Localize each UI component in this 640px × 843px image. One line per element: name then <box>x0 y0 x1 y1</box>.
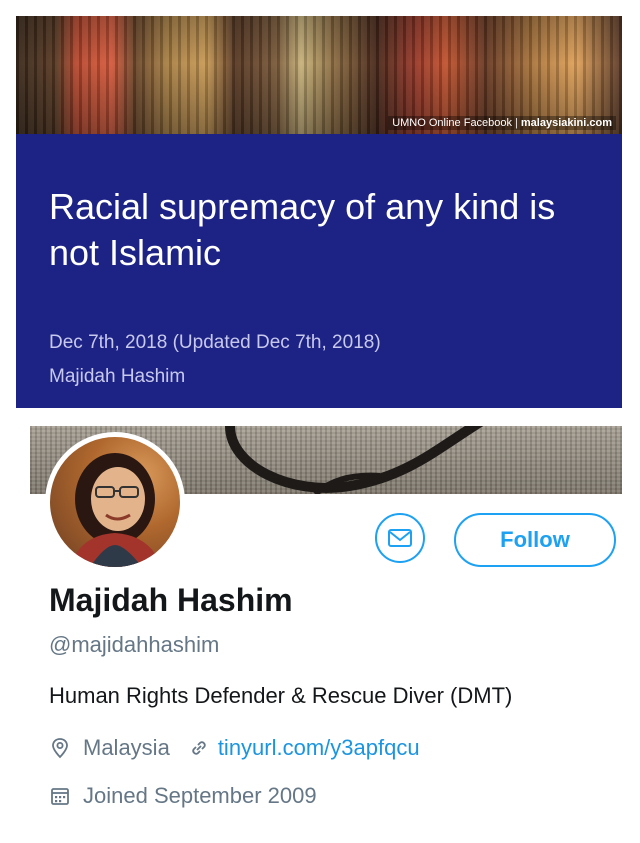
avatar[interactable] <box>45 432 185 572</box>
link-icon <box>192 741 206 755</box>
avatar-photo <box>50 437 180 567</box>
article-date: Dec 7th, 2018 (Updated Dec 7th, 2018) <box>49 332 381 353</box>
message-button[interactable] <box>375 513 425 563</box>
profile-joined: Joined September 2009 <box>83 783 317 808</box>
article-hero-image: UMNO Online Facebook | malaysiakini.com <box>16 16 622 134</box>
article-card[interactable]: UMNO Online Facebook | malaysiakini.com Ra… <box>16 16 622 408</box>
map-pin-icon <box>52 738 68 759</box>
image-credit: UMNO Online Facebook | malaysiakini.com <box>388 116 616 130</box>
profile-name: Majidah Hashim <box>49 582 293 618</box>
article-title[interactable]: Racial supremacy of any kind is not Isla… <box>49 184 609 276</box>
calendar-icon <box>51 788 69 805</box>
article-author: Majidah Hashim <box>49 366 186 387</box>
image-credit-source: UMNO Online Facebook <box>392 117 513 129</box>
profile-handle: @majidahhashim <box>49 632 220 657</box>
image-credit-outlet: malaysiakini.com <box>520 117 612 129</box>
follow-button[interactable]: Follow <box>454 513 616 567</box>
avatar-portrait <box>70 453 162 567</box>
profile-link[interactable]: tinyurl.com/y3apfqcu <box>218 735 420 761</box>
profile-location: Malaysia <box>83 735 170 760</box>
profile-location-row: Malaysia tinyurl.com/y3apfqcu <box>49 735 420 761</box>
envelope-icon <box>388 529 412 547</box>
profile-bio: Human Rights Defender & Rescue Diver (DM… <box>49 683 513 708</box>
profile-joined-row: Joined September 2009 <box>49 783 317 809</box>
article-meta: Dec 7th, 2018 (Updated Dec 7th, 2018) Ma… <box>49 326 381 394</box>
